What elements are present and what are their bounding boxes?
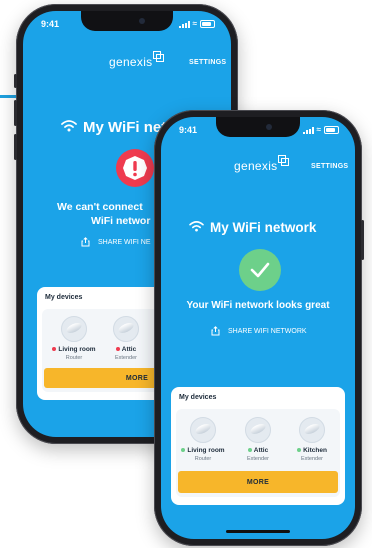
status-dot — [181, 448, 186, 453]
settings-button[interactable]: SETTINGS — [189, 59, 226, 66]
status-dot — [52, 347, 57, 352]
phone-power-button — [361, 220, 364, 260]
network-title: My WiFi network — [189, 219, 316, 235]
wifi-status-icon: ≈ — [316, 125, 321, 134]
phone-volume-up — [14, 100, 17, 126]
signal-icon — [178, 20, 190, 28]
phone-volume-down — [14, 134, 17, 160]
router-icon — [190, 417, 216, 443]
battery-icon — [200, 20, 215, 28]
brand-logo: genexis — [109, 51, 165, 69]
settings-button[interactable]: SETTINGS — [311, 163, 348, 170]
device-item[interactable]: Living room Router — [46, 316, 102, 361]
signal-icon — [302, 126, 314, 134]
phone-front-screen: 9:41 ≈ genexis SETTINGS My WiFi network … — [161, 117, 355, 539]
extender-icon — [299, 417, 325, 443]
wifi-icon — [61, 119, 77, 135]
battery-icon — [324, 126, 339, 134]
status-bar: 9:41 ≈ — [179, 125, 339, 137]
home-indicator — [226, 530, 290, 533]
phone-mute-switch — [14, 74, 17, 88]
devices-header: My devices — [45, 294, 83, 301]
status-dot — [247, 448, 252, 453]
share-icon — [211, 326, 220, 336]
status-dot — [115, 347, 120, 352]
success-check-icon — [239, 249, 281, 291]
device-item[interactable]: Attic Extender — [230, 417, 286, 462]
device-item[interactable]: Kitchen Extender — [284, 417, 340, 462]
extender-icon — [245, 417, 271, 443]
status-bar: 9:41 ≈ — [41, 19, 215, 31]
status-dot — [297, 448, 302, 453]
error-exclamation-icon — [116, 149, 154, 187]
wifi-status-icon: ≈ — [192, 19, 197, 28]
status-message: Your WiFi network looks great — [186, 300, 330, 311]
wifi-icon — [189, 219, 204, 235]
router-icon — [61, 316, 87, 342]
devices-header: My devices — [179, 394, 217, 401]
brand-text: genexis — [234, 159, 278, 173]
brand-text: genexis — [109, 55, 153, 69]
brand-logo: genexis — [234, 155, 290, 173]
status-time: 9:41 — [179, 125, 198, 135]
devices-card: My devices Living room Router Attic Exte… — [171, 387, 345, 505]
more-button[interactable]: MORE — [178, 471, 338, 493]
share-icon — [81, 237, 90, 247]
share-wifi-button[interactable]: SHARE WIFI NE — [81, 237, 151, 247]
share-wifi-button[interactable]: SHARE WIFI NETWORK — [211, 326, 307, 336]
status-time: 9:41 — [41, 19, 60, 29]
device-item[interactable]: Attic Extender — [98, 316, 154, 361]
extender-icon — [113, 316, 139, 342]
device-item[interactable]: Living room Router — [175, 417, 231, 462]
phone-front: 9:41 ≈ genexis SETTINGS My WiFi network … — [154, 110, 364, 546]
